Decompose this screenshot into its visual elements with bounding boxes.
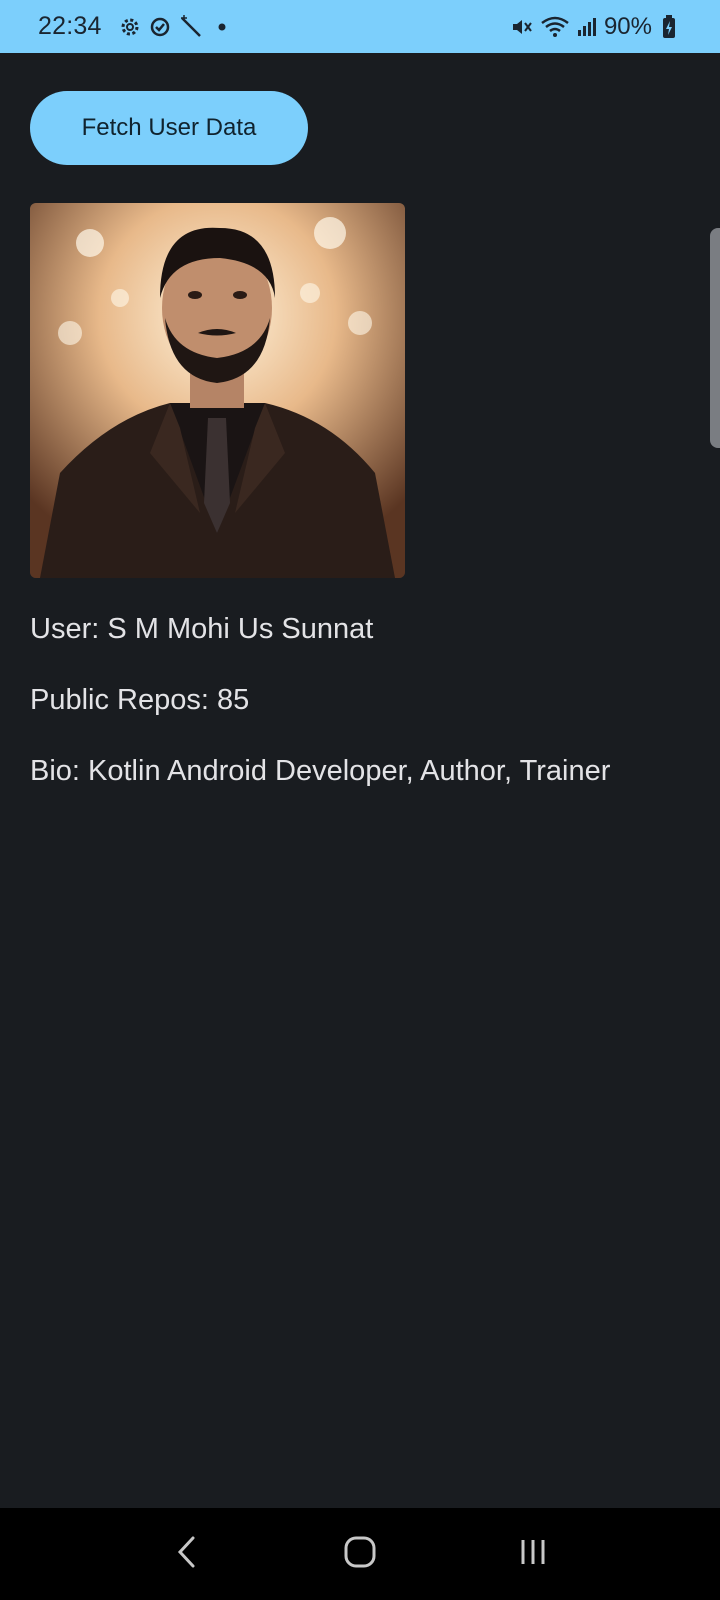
user-name-text: User: S M Mohi Us Sunnat xyxy=(30,613,374,645)
signal-icon xyxy=(576,16,598,38)
home-button[interactable] xyxy=(320,1524,400,1584)
back-icon xyxy=(175,1535,199,1574)
back-button[interactable] xyxy=(147,1524,227,1584)
sync-icon xyxy=(148,15,172,39)
app-content: Fetch User Data User: S M Mohi Us Sunnat… xyxy=(0,53,720,1508)
navigation-bar xyxy=(0,1508,720,1600)
fetch-user-data-button[interactable]: Fetch User Data xyxy=(30,91,308,165)
bio-text: Bio: Kotlin Android Developer, Author, T… xyxy=(30,755,611,787)
notification-dot-icon xyxy=(218,23,226,31)
scrollbar-handle[interactable] xyxy=(710,228,720,448)
status-right: 90% xyxy=(504,13,676,41)
recent-apps-icon xyxy=(518,1537,548,1572)
public-repos-text: Public Repos: 85 xyxy=(30,684,250,716)
settings-icon xyxy=(118,15,142,39)
user-avatar xyxy=(30,203,405,578)
recent-apps-button[interactable] xyxy=(493,1524,573,1584)
status-bar: 22:34 90% xyxy=(0,0,720,53)
status-left: 22:34 xyxy=(38,12,226,41)
status-time: 22:34 xyxy=(38,12,102,40)
battery-charging-icon xyxy=(662,14,676,39)
battery-percentage: 90% xyxy=(603,12,652,40)
home-icon xyxy=(343,1535,377,1574)
mute-icon xyxy=(510,15,534,39)
wifi-icon xyxy=(540,15,570,39)
magic-wand-icon xyxy=(178,14,204,40)
